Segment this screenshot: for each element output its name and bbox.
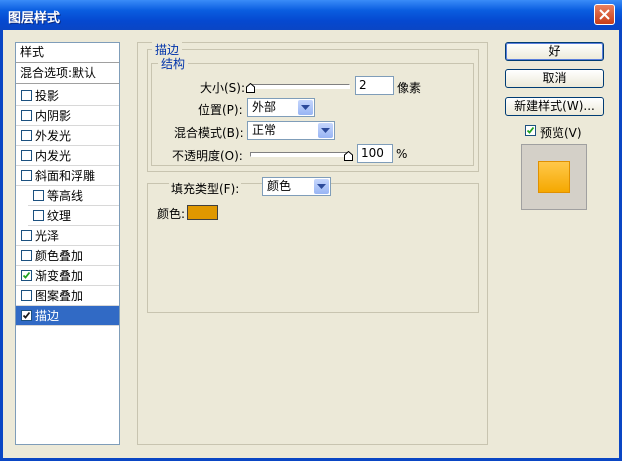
stroke-panel: 描边 结构 大小(S): 2 像素 位置(P): 外部 混合模式(B): 正常 … — [137, 41, 488, 445]
chevron-down-icon[interactable] — [298, 100, 313, 115]
opacity-slider[interactable] — [250, 152, 350, 157]
style-item[interactable]: 描边 — [16, 306, 119, 326]
style-item-checkbox[interactable] — [21, 150, 32, 161]
style-item-checkbox[interactable] — [21, 310, 32, 321]
ok-button[interactable]: 好 — [505, 42, 604, 61]
opacity-label: 不透明度(O): — [172, 149, 243, 163]
style-item-label: 内阴影 — [35, 109, 72, 123]
title-bar[interactable]: 图层样式 — [0, 0, 622, 30]
size-slider[interactable] — [250, 84, 350, 89]
blend-options-item[interactable]: 混合选项:默认 — [16, 64, 119, 84]
style-item[interactable]: 投影 — [16, 86, 119, 106]
style-item[interactable]: 等高线 — [28, 186, 119, 206]
size-unit: 像素 — [397, 81, 422, 95]
size-input[interactable]: 2 — [355, 76, 394, 95]
style-item-checkbox[interactable] — [21, 130, 32, 141]
style-item-label: 颜色叠加 — [35, 249, 84, 263]
style-item-checkbox[interactable] — [21, 230, 32, 241]
style-list-header-label: 样式 — [20, 45, 45, 59]
opacity-input[interactable]: 100 — [357, 144, 393, 163]
preview-checkbox[interactable]: 预览(V) — [525, 124, 615, 140]
window-title: 图层样式 — [8, 11, 61, 26]
style-item[interactable]: 内发光 — [16, 146, 119, 166]
fill-type-value: 颜色 — [267, 179, 292, 193]
style-item-checkbox[interactable] — [21, 90, 32, 101]
style-item[interactable]: 光泽 — [16, 226, 119, 246]
chevron-down-icon[interactable] — [318, 123, 333, 138]
style-item[interactable]: 纹理 — [28, 206, 119, 226]
new-style-button[interactable]: 新建样式(W)... — [505, 97, 604, 116]
style-item-checkbox[interactable] — [21, 110, 32, 121]
style-item[interactable]: 颜色叠加 — [16, 246, 119, 266]
check-icon — [22, 311, 31, 319]
size-label: 大小(S): — [200, 81, 246, 95]
style-item-checkbox[interactable] — [21, 250, 32, 261]
preview-thumbnail — [521, 144, 587, 210]
position-value: 外部 — [252, 100, 277, 114]
style-list: 样式 混合选项:默认 投影内阴影外发光内发光斜面和浮雕等高线纹理光泽颜色叠加渐变… — [15, 42, 120, 445]
cancel-button[interactable]: 取消 — [505, 69, 604, 88]
fill-type-dropdown[interactable]: 颜色 — [262, 177, 331, 196]
position-label: 位置(P): — [198, 103, 243, 117]
style-item-label: 等高线 — [47, 189, 84, 203]
blend-mode-label: 混合模式(B): — [174, 126, 244, 140]
position-dropdown[interactable]: 外部 — [247, 98, 315, 117]
style-item-label: 投影 — [35, 89, 60, 103]
style-item-label: 斜面和浮雕 — [35, 169, 96, 183]
style-item-label: 图案叠加 — [35, 289, 84, 303]
structure-title: 结构 — [158, 55, 189, 72]
style-item-checkbox[interactable] — [21, 290, 32, 301]
style-item[interactable]: 内阴影 — [16, 106, 119, 126]
preview-square — [538, 161, 570, 193]
blend-mode-dropdown[interactable]: 正常 — [247, 121, 335, 140]
style-item-label: 描边 — [35, 309, 60, 323]
blend-mode-value: 正常 — [252, 123, 277, 137]
fill-type-label: 填充类型(F): — [169, 180, 242, 197]
style-item-checkbox[interactable] — [21, 170, 32, 181]
stroke-color-swatch[interactable] — [187, 205, 218, 220]
style-item-label: 光泽 — [35, 229, 60, 243]
style-list-header[interactable]: 样式 — [16, 43, 119, 63]
style-item-label: 渐变叠加 — [35, 269, 84, 283]
check-icon — [526, 126, 535, 134]
preview-label: 预览(V) — [540, 126, 582, 140]
style-item[interactable]: 渐变叠加 — [16, 266, 119, 286]
color-label: 颜色: — [157, 207, 186, 221]
style-item-label: 外发光 — [35, 129, 72, 143]
chevron-down-icon[interactable] — [314, 179, 329, 194]
style-item[interactable]: 图案叠加 — [16, 286, 119, 306]
blend-options-label: 混合选项:默认 — [20, 66, 97, 80]
opacity-unit: % — [396, 147, 408, 161]
style-item-checkbox[interactable] — [33, 210, 44, 221]
style-item-label: 内发光 — [35, 149, 72, 163]
style-item-checkbox[interactable] — [21, 270, 32, 281]
size-slider-thumb[interactable] — [246, 83, 255, 93]
preview-checkbox-box[interactable] — [525, 125, 536, 136]
style-item[interactable]: 外发光 — [16, 126, 119, 146]
close-icon — [599, 9, 610, 20]
close-button[interactable] — [594, 4, 615, 25]
style-item-label: 纹理 — [47, 209, 72, 223]
check-icon — [22, 271, 31, 279]
fill-group-box — [147, 183, 479, 313]
style-item-checkbox[interactable] — [33, 190, 44, 201]
style-item[interactable]: 斜面和浮雕 — [16, 166, 119, 186]
opacity-slider-thumb[interactable] — [344, 151, 353, 161]
